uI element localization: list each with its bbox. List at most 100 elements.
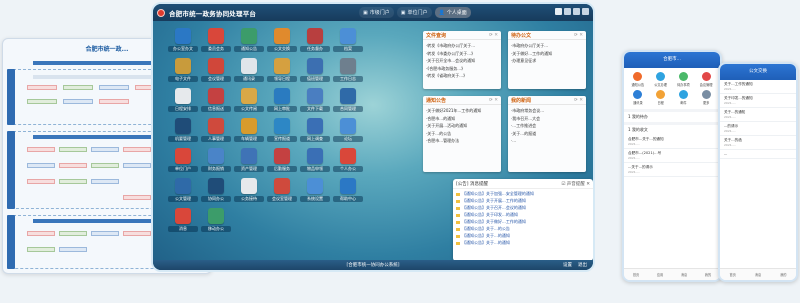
settings-icon[interactable] <box>564 8 571 15</box>
list-item[interactable]: ·合肥市...管理办法 <box>426 137 498 145</box>
phone-list-item[interactable]: ...关于...的请示 2021-... <box>624 163 720 177</box>
phone-list-item[interactable]: ... <box>720 150 796 159</box>
desktop-app-icon[interactable]: 值班管理 <box>300 58 330 82</box>
desktop-app-icon[interactable]: 论坛 <box>333 118 363 142</box>
list-item[interactable]: ·关于做好2021年...工作的通知 <box>426 107 498 115</box>
desktop-app-icon[interactable]: 协同办公 <box>201 178 231 202</box>
desktop-app-icon[interactable]: 委员会务 <box>201 28 231 52</box>
refresh-icon[interactable]: ⟳ ✕ <box>489 33 498 38</box>
list-item[interactable]: 【通知公告】关于...的通知 <box>456 239 590 246</box>
phone-list-item[interactable]: 关于...工作的通知 2021-... <box>720 80 796 94</box>
phone-nav-item[interactable]: 我的 <box>705 272 711 277</box>
desktop-app-icon[interactable]: 办公室办文 <box>168 28 198 52</box>
desktop-app-icon[interactable]: 移动办公 <box>201 208 231 232</box>
desktop-app-icon[interactable]: 领导日程 <box>267 58 297 82</box>
exit-icon[interactable] <box>582 8 589 15</box>
refresh-icon[interactable]: ⟳ ✕ <box>574 98 583 103</box>
desktop-app-icon[interactable]: 网上审批 <box>267 88 297 112</box>
desktop-app-icon[interactable]: 车辆管理 <box>234 118 264 142</box>
list-item[interactable]: ·转发《省政府关于...》 <box>426 72 498 80</box>
list-item[interactable]: ·办理意见征求 <box>511 57 583 65</box>
desktop-app-icon[interactable]: 文件下载 <box>300 88 330 112</box>
logout-button[interactable]: 退出 <box>578 262 587 268</box>
desktop-app-icon[interactable]: 会议管理 <box>201 58 231 82</box>
list-item[interactable]: 【通知公告】关于开展...工作的通知 <box>456 197 590 204</box>
desktop-app-icon[interactable]: 公文管理 <box>168 178 198 202</box>
desktop-app-icon[interactable]: 机要管理 <box>168 118 198 142</box>
desktop-app-icon[interactable]: 财务报销 <box>201 148 231 172</box>
taskbar-app[interactable]: [合肥市统一协同办公系统] <box>346 262 399 268</box>
desktop-app-icon[interactable]: 资产管理 <box>234 148 264 172</box>
phone-nav-item[interactable]: 消息 <box>681 272 687 277</box>
desktop-app-icon[interactable]: 网上调查 <box>300 118 330 142</box>
phone-nav-item[interactable]: 我的 <box>780 272 786 277</box>
list-item[interactable]: ·《合肥市政务服务...》 <box>426 65 498 73</box>
desktop-app-icon[interactable]: 公文交换 <box>267 28 297 52</box>
list-item[interactable]: 【通知公告】关于做好...工作的通知 <box>456 218 590 225</box>
desktop-app-icon[interactable]: 公文传阅 <box>234 88 264 112</box>
phone-nav-item[interactable]: 应用 <box>657 272 663 277</box>
list-item[interactable]: 【通知公告】关于...的公告 <box>456 225 590 232</box>
list-item[interactable]: ·... <box>511 137 583 145</box>
list-item[interactable]: ·转发《市政府办公厅关于... <box>426 42 498 50</box>
desktop-app-icon[interactable]: 通知公告 <box>234 28 264 52</box>
desktop-app-icon[interactable]: 个人办公 <box>333 148 363 172</box>
desktop-app-icon[interactable]: 消息 <box>168 208 198 232</box>
desktop-app-icon[interactable]: 帮助中心 <box>333 178 363 202</box>
desktop-app-icon[interactable]: 任务督办 <box>300 28 330 52</box>
list-item[interactable]: ·...工作推进会 <box>511 122 583 130</box>
desktop-app-icon[interactable]: 工作日志 <box>333 58 363 82</box>
phone-list-item[interactable]: 关于印发...的通知 2021-... <box>720 94 796 108</box>
portal-city-button[interactable]: ▣ 市级门户 <box>359 7 394 18</box>
list-item[interactable]: ·关于做好...工作的通知 <box>511 50 583 58</box>
list-item[interactable]: ·关于开展...活动的通知 <box>426 122 498 130</box>
desktop-app-icon[interactable]: 人事管理 <box>201 118 231 142</box>
list-item[interactable]: ·市政府常务会议... <box>511 107 583 115</box>
list-item[interactable]: ·关于召开全市...会议的通知 <box>426 57 498 65</box>
lock-icon[interactable] <box>555 8 562 15</box>
desktop-app-icon[interactable]: 公务接待 <box>234 178 264 202</box>
list-item[interactable]: 【通知公告】关于...的通知 <box>456 232 590 239</box>
refresh-icon[interactable]: ⟳ ✕ <box>489 98 498 103</box>
desktop-app-icon[interactable]: 单位门户 <box>168 148 198 172</box>
phone-app-shortcut[interactable]: 邮件 <box>674 90 694 105</box>
refresh-icon[interactable]: ⟳ ✕ <box>574 33 583 38</box>
phone-app-shortcut[interactable]: 通知公告 <box>628 72 648 87</box>
desktop-app-icon[interactable]: 信息报送 <box>201 88 231 112</box>
phone-list-item[interactable]: 关于...的函 2021-... <box>720 136 796 150</box>
phone-app-shortcut[interactable]: 更多 <box>696 90 716 105</box>
desktop-app-icon[interactable]: 会议室管理 <box>267 178 297 202</box>
list-item[interactable]: 【通知公告】关于召开...会议的通知 <box>456 204 590 211</box>
sound-toggle[interactable]: ☑ 声音提醒 ✕ <box>561 181 590 187</box>
desktop-app-icon[interactable]: 日程安排 <box>168 88 198 112</box>
desktop-app-icon[interactable]: 物品申领 <box>300 148 330 172</box>
list-item[interactable]: ·市政府办公厅关于... <box>511 42 583 50</box>
desktop-app-icon[interactable]: 合同管理 <box>333 88 363 112</box>
desktop-app-icon[interactable]: 系统设置 <box>300 178 330 202</box>
phone-list-item[interactable]: ...的请示 2021-... <box>720 122 796 136</box>
phone-list-item[interactable]: 合肥市...(2021)...号 2021-... <box>624 149 720 163</box>
message-icon[interactable] <box>573 8 580 15</box>
desktop-app-icon[interactable]: 电子文件 <box>168 58 198 82</box>
desktop-app-icon[interactable]: 通讯录 <box>234 58 264 82</box>
phone-nav-item[interactable]: 消息 <box>755 272 761 277</box>
list-item[interactable]: ·我市召开...大会 <box>511 115 583 123</box>
phone-app-shortcut[interactable]: 日程 <box>651 90 671 105</box>
desktop-app-icon[interactable]: 档案 <box>333 28 363 52</box>
phone-app-shortcut[interactable]: 通讯录 <box>628 90 648 105</box>
list-item[interactable]: 【通知公告】关于印发...的通知 <box>456 211 590 218</box>
settings-button[interactable]: 设置 <box>563 262 572 268</box>
desktop-app-icon[interactable]: 后勤服务 <box>267 148 297 172</box>
list-item[interactable]: 【通知公告】关于加强...安全管理的通知 <box>456 190 590 197</box>
phone-app-shortcut[interactable]: 待办事项 <box>674 72 694 87</box>
list-item[interactable]: ·关于...的报道 <box>511 130 583 138</box>
phone-list-item[interactable]: 关于...的通知 2021-... <box>720 108 796 122</box>
desktop-app-icon[interactable]: 宣传报道 <box>267 118 297 142</box>
phone-app-shortcut[interactable]: 公文办理 <box>651 72 671 87</box>
portal-unit-button[interactable]: ▣ 单位门户 <box>396 7 432 18</box>
list-item[interactable]: ·转发《市委办公厅关于...》 <box>426 50 498 58</box>
phone-nav-item[interactable]: 首页 <box>633 272 639 277</box>
phone-nav-item[interactable]: 首页 <box>729 272 735 277</box>
phone-list-item[interactable]: 合肥市...关于...的通知 2021-... <box>624 135 720 149</box>
list-item[interactable]: ·合肥市...的通知 <box>426 115 498 123</box>
